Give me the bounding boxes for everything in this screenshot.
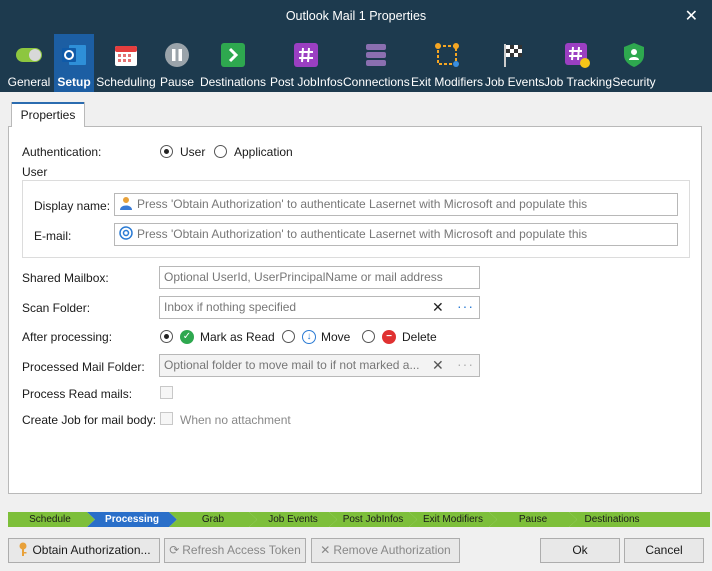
checkmark-icon: ✓ bbox=[180, 330, 194, 344]
shared-mailbox-placeholder: Optional UserId, UserPrincipalName or ma… bbox=[164, 270, 443, 284]
toolbar-setup[interactable]: Setup bbox=[54, 34, 94, 92]
remove-icon: ✕ bbox=[320, 543, 331, 557]
person-icon bbox=[120, 197, 132, 210]
toggle-icon bbox=[16, 48, 42, 62]
display-name-placeholder: Press 'Obtain Authorization' to authenti… bbox=[137, 197, 588, 211]
after-processing-label: After processing: bbox=[22, 330, 113, 344]
auth-user-radio[interactable] bbox=[160, 145, 173, 158]
toolbar-post-jobinfos-label: Post JobInfos bbox=[270, 75, 343, 89]
workflow-job-events[interactable]: Job Events bbox=[252, 512, 334, 527]
toolbar-pause[interactable]: Pause bbox=[158, 34, 196, 92]
refresh-icon: ⟳ bbox=[169, 543, 180, 557]
shared-mailbox-field[interactable]: Optional UserId, UserPrincipalName or ma… bbox=[159, 266, 480, 289]
calendar-icon bbox=[115, 46, 137, 66]
auth-application-label[interactable]: Application bbox=[234, 145, 293, 159]
shared-mailbox-label: Shared Mailbox: bbox=[22, 271, 109, 285]
scan-folder-placeholder: Inbox if nothing specified bbox=[164, 300, 297, 314]
toolbar-job-tracking[interactable]: Job Tracking bbox=[544, 34, 613, 92]
email-placeholder: Press 'Obtain Authorization' to authenti… bbox=[137, 227, 588, 241]
toolbar-exit-modifiers-label: Exit Modifiers bbox=[411, 75, 484, 89]
after-move-radio[interactable] bbox=[282, 330, 295, 343]
processed-folder-clear-icon[interactable]: ✕ bbox=[432, 357, 444, 374]
ok-button[interactable]: Ok bbox=[540, 538, 620, 563]
display-name-label: Display name: bbox=[34, 199, 111, 213]
after-delete-label[interactable]: Delete bbox=[402, 330, 437, 344]
process-read-label: Process Read mails: bbox=[22, 387, 133, 401]
shield-icon bbox=[624, 43, 644, 67]
after-mark-read-label[interactable]: Mark as Read bbox=[200, 330, 275, 344]
after-delete-radio[interactable] bbox=[362, 330, 375, 343]
delete-icon: − bbox=[382, 330, 396, 344]
obtain-authorization-label: Obtain Authorization... bbox=[32, 543, 151, 557]
process-read-checkbox[interactable] bbox=[160, 386, 173, 399]
toolbar-security-label: Security bbox=[612, 75, 656, 89]
processed-folder-label: Processed Mail Folder: bbox=[22, 360, 145, 374]
workflow-destinations[interactable]: Destinations bbox=[572, 512, 652, 527]
email-label: E-mail: bbox=[34, 229, 72, 243]
toolbar-general-label: General bbox=[7, 75, 51, 89]
workflow-schedule[interactable]: Schedule bbox=[8, 512, 92, 527]
toolbar-setup-label: Setup bbox=[57, 75, 91, 89]
toolbar-pause-label: Pause bbox=[159, 75, 195, 89]
scan-folder-label: Scan Folder: bbox=[22, 301, 91, 315]
exit-modifiers-icon bbox=[435, 43, 459, 67]
workflow-grab[interactable]: Grab bbox=[172, 512, 254, 527]
move-down-icon: ↓ bbox=[302, 330, 316, 344]
scan-folder-clear-icon[interactable]: ✕ bbox=[432, 299, 444, 316]
email-field[interactable]: Press 'Obtain Authorization' to authenti… bbox=[114, 223, 678, 246]
toolbar-job-events[interactable]: Job Events bbox=[485, 34, 545, 92]
key-icon bbox=[19, 542, 27, 556]
toolbar-job-tracking-label: Job Tracking bbox=[544, 75, 613, 89]
cancel-button[interactable]: Cancel bbox=[624, 538, 704, 563]
user-group-label: User bbox=[22, 165, 48, 179]
remove-authorization-label: Remove Authorization bbox=[333, 543, 451, 557]
toolbar-destinations[interactable]: Destinations bbox=[198, 34, 268, 92]
workflow-pause[interactable]: Pause bbox=[492, 512, 574, 527]
title-bar: Outlook Mail 1 Properties ✕ bbox=[0, 0, 712, 34]
remove-authorization-button[interactable]: ✕ Remove Authorization bbox=[311, 538, 460, 563]
workflow-processing[interactable]: Processing bbox=[90, 512, 174, 527]
refresh-token-button[interactable]: ⟳ Refresh Access Token bbox=[164, 538, 306, 563]
toolbar-general[interactable]: General bbox=[4, 34, 54, 92]
window-title: Outlook Mail 1 Properties bbox=[285, 9, 427, 23]
when-no-attachment-checkbox[interactable] bbox=[160, 412, 173, 425]
connections-icon bbox=[366, 44, 386, 66]
refresh-token-label: Refresh Access Token bbox=[182, 543, 301, 557]
toolbar-destinations-label: Destinations bbox=[199, 75, 267, 89]
arrow-right-icon bbox=[221, 43, 245, 67]
toolbar-exit-modifiers[interactable]: Exit Modifiers bbox=[411, 34, 483, 92]
outlook-icon bbox=[62, 45, 86, 65]
checkered-flag-icon bbox=[504, 44, 522, 67]
at-sign-icon bbox=[119, 226, 133, 240]
obtain-authorization-button[interactable]: Obtain Authorization... bbox=[8, 538, 160, 563]
toolbar-connections[interactable]: Connections bbox=[343, 34, 410, 92]
authentication-label: Authentication: bbox=[22, 145, 102, 159]
processed-folder-browse-icon[interactable]: ··· bbox=[457, 356, 474, 372]
toolbar-security[interactable]: Security bbox=[612, 34, 656, 92]
display-name-field[interactable]: Press 'Obtain Authorization' to authenti… bbox=[114, 193, 678, 216]
toolbar-job-events-label: Job Events bbox=[485, 75, 545, 89]
workflow-exit-modifiers[interactable]: Exit Modifiers bbox=[412, 512, 494, 527]
user-groupbox bbox=[22, 180, 690, 258]
processed-folder-placeholder: Optional folder to move mail to if not m… bbox=[164, 358, 420, 372]
toolbar-scheduling[interactable]: Scheduling bbox=[96, 34, 156, 92]
create-job-label: Create Job for mail body: bbox=[22, 413, 157, 427]
pause-icon bbox=[165, 43, 189, 67]
job-tracking-icon bbox=[565, 43, 590, 68]
after-mark-read-radio[interactable] bbox=[160, 330, 173, 343]
after-move-label[interactable]: Move bbox=[321, 330, 350, 344]
scan-folder-browse-icon[interactable]: ··· bbox=[457, 298, 474, 314]
workflow-bar: Schedule Processing Grab Job Events Post… bbox=[8, 512, 710, 527]
close-icon[interactable]: ✕ bbox=[685, 6, 698, 26]
hashtag-icon bbox=[294, 43, 318, 67]
toolbar: General Setup Scheduling Pause Destinati… bbox=[0, 34, 712, 92]
auth-application-radio[interactable] bbox=[214, 145, 227, 158]
toolbar-connections-label: Connections bbox=[343, 75, 410, 89]
toolbar-post-jobinfos[interactable]: Post JobInfos bbox=[270, 34, 343, 92]
when-no-attachment-label: When no attachment bbox=[180, 413, 291, 427]
toolbar-scheduling-label: Scheduling bbox=[96, 75, 156, 89]
workflow-post-jobinfos[interactable]: Post JobInfos bbox=[332, 512, 414, 527]
auth-user-label[interactable]: User bbox=[180, 145, 205, 159]
tab-properties[interactable]: Properties bbox=[11, 102, 85, 127]
